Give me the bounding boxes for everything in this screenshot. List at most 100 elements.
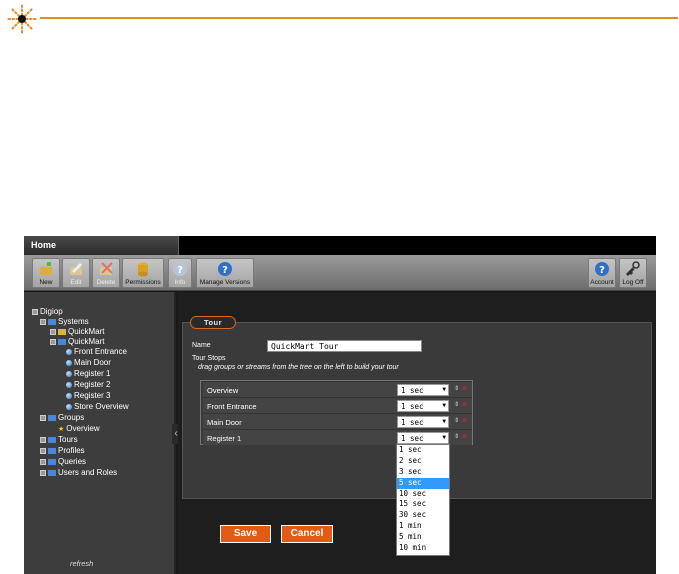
log-off-button[interactable]: Log Off: [619, 258, 647, 288]
log-off-label: Log Off: [622, 279, 644, 286]
account-button[interactable]: ? Account: [588, 258, 616, 288]
red-x-icon[interactable]: ×: [462, 416, 467, 425]
permissions-label: Permissions: [125, 279, 161, 286]
tour-stops-hint: drag groups or streams from the tree on …: [198, 364, 399, 371]
tour-stop-row[interactable]: Overview 1 sec ▼ ⇕ ×: [203, 381, 472, 397]
manage-versions-button[interactable]: ? Manage Versions: [196, 258, 254, 288]
dropdown-arrow-icon: ▼: [442, 402, 446, 409]
tree-node-camera[interactable]: Main Door: [66, 358, 111, 368]
tree-label: QuickMart: [68, 337, 105, 346]
up-down-arrows-icon[interactable]: ⇕: [454, 433, 459, 440]
tree-node-camera[interactable]: Register 3: [66, 391, 110, 401]
dropdown-option[interactable]: 10 sec: [397, 489, 449, 500]
dropdown-arrow-icon: ▼: [442, 434, 446, 441]
folder-icon: [48, 318, 56, 325]
interval-select[interactable]: 1 sec ▼: [397, 384, 449, 396]
tree-label: Store Overview: [74, 402, 129, 411]
stop-name: Overview: [207, 386, 239, 395]
tree-node-users-roles[interactable]: Users and Roles: [40, 468, 117, 478]
folder-icon: [48, 436, 56, 443]
expand-icon[interactable]: [40, 436, 46, 443]
help-icon: ?: [173, 262, 187, 276]
dropdown-option[interactable]: 3 sec: [397, 467, 449, 478]
delete-label: Delete: [96, 279, 116, 286]
info-button[interactable]: ? Info: [168, 258, 192, 288]
dropdown-option[interactable]: 1 min: [397, 521, 449, 532]
tree-label: Register 3: [74, 391, 111, 400]
camera-icon: [66, 370, 72, 377]
tree-label: Users and Roles: [58, 468, 118, 477]
tree-node-queries[interactable]: Queries: [40, 457, 86, 467]
stop-name: Front Entrance: [207, 402, 257, 411]
collapse-icon[interactable]: [50, 338, 56, 345]
manage-versions-label: Manage Versions: [199, 279, 251, 286]
dropdown-option[interactable]: 5 min: [397, 532, 449, 543]
tree-node-quickmart-1[interactable]: QuickMart: [50, 327, 104, 337]
collapse-icon[interactable]: [40, 414, 46, 421]
tree-label: QuickMart: [68, 327, 105, 336]
tree-node-camera[interactable]: Register 2: [66, 380, 110, 390]
tour-stop-row[interactable]: Register 1 1 sec ▼ ⇕ ×: [203, 429, 472, 445]
dropdown-option[interactable]: 2 sec: [397, 456, 449, 467]
expand-icon[interactable]: [40, 469, 46, 476]
up-down-arrows-icon[interactable]: ⇕: [454, 417, 459, 424]
tree-node-camera[interactable]: Front Entrance: [66, 347, 127, 357]
tab-home[interactable]: Home: [24, 236, 179, 255]
tree-node-group[interactable]: ★ Overview: [58, 424, 100, 435]
tree-node-systems[interactable]: Systems: [40, 317, 89, 327]
header-rule: [40, 17, 678, 19]
up-down-arrows-icon[interactable]: ⇕: [454, 385, 459, 392]
camera-icon: [66, 381, 72, 388]
edit-icon: [70, 263, 82, 275]
permissions-icon: [138, 262, 148, 277]
tree-node-camera[interactable]: Register 1: [66, 369, 110, 379]
new-button[interactable]: New: [32, 258, 60, 288]
tour-stop-row[interactable]: Main Door 1 sec ▼ ⇕ ×: [203, 413, 472, 429]
save-button[interactable]: Save: [220, 525, 271, 543]
edit-label: Edit: [70, 279, 82, 286]
red-x-icon[interactable]: ×: [462, 400, 467, 409]
up-down-arrows-icon[interactable]: ⇕: [454, 401, 459, 408]
tree-label: Overview: [66, 424, 100, 433]
tree-node-groups[interactable]: Groups: [40, 413, 84, 423]
tree-node-camera[interactable]: Store Overview: [66, 402, 129, 412]
dropdown-option[interactable]: 1 sec: [397, 445, 449, 456]
delete-button[interactable]: Delete: [92, 258, 120, 288]
red-x-icon[interactable]: ×: [462, 432, 467, 441]
tour-name-input[interactable]: QuickMart Tour: [267, 340, 422, 352]
new-label: New: [39, 279, 53, 286]
dropdown-option-highlighted[interactable]: 5 sec: [397, 477, 449, 489]
edit-button[interactable]: Edit: [62, 258, 90, 288]
tree-node-profiles[interactable]: Profiles: [40, 446, 85, 456]
tree-node-quickmart-2[interactable]: QuickMart: [50, 337, 104, 347]
toolbar: New Edit Delete Permissions ? Info ? Man…: [24, 255, 656, 291]
collapse-icon[interactable]: [40, 318, 46, 325]
interval-select[interactable]: 1 sec ▼: [397, 400, 449, 412]
dropdown-option[interactable]: 15 sec: [397, 499, 449, 510]
camera-icon: [66, 359, 72, 366]
tour-stop-row[interactable]: Front Entrance 1 sec ▼ ⇕ ×: [203, 397, 472, 413]
interval-dropdown-list: 1 sec 2 sec 3 sec 5 sec 10 sec 15 sec 30…: [396, 444, 450, 556]
collapse-icon[interactable]: [32, 308, 38, 315]
folder-icon: [48, 414, 56, 421]
expand-icon[interactable]: [40, 458, 46, 465]
refresh-link[interactable]: refresh: [70, 559, 93, 568]
tree-label: Register 1: [74, 369, 111, 378]
permissions-button[interactable]: Permissions: [122, 258, 164, 288]
dropdown-option[interactable]: 30 sec: [397, 510, 449, 521]
delete-icon: [100, 262, 113, 275]
red-x-icon[interactable]: ×: [462, 384, 467, 393]
tree-node-root[interactable]: Digiop: [32, 307, 63, 317]
dropdown-option[interactable]: 10 min: [397, 543, 449, 554]
camera-icon: [66, 348, 72, 355]
tree-label: Digiop: [40, 307, 63, 316]
cancel-button[interactable]: Cancel: [281, 525, 333, 543]
expand-icon[interactable]: [40, 447, 46, 454]
expand-icon[interactable]: [50, 328, 56, 335]
interval-select[interactable]: 1 sec ▼: [397, 432, 449, 444]
dropdown-arrow-icon: ▼: [442, 386, 446, 393]
name-label: Name: [192, 342, 211, 349]
interval-select[interactable]: 1 sec ▼: [397, 416, 449, 428]
tree-node-tours[interactable]: Tours: [40, 435, 78, 445]
tree-label: Main Door: [74, 358, 111, 367]
